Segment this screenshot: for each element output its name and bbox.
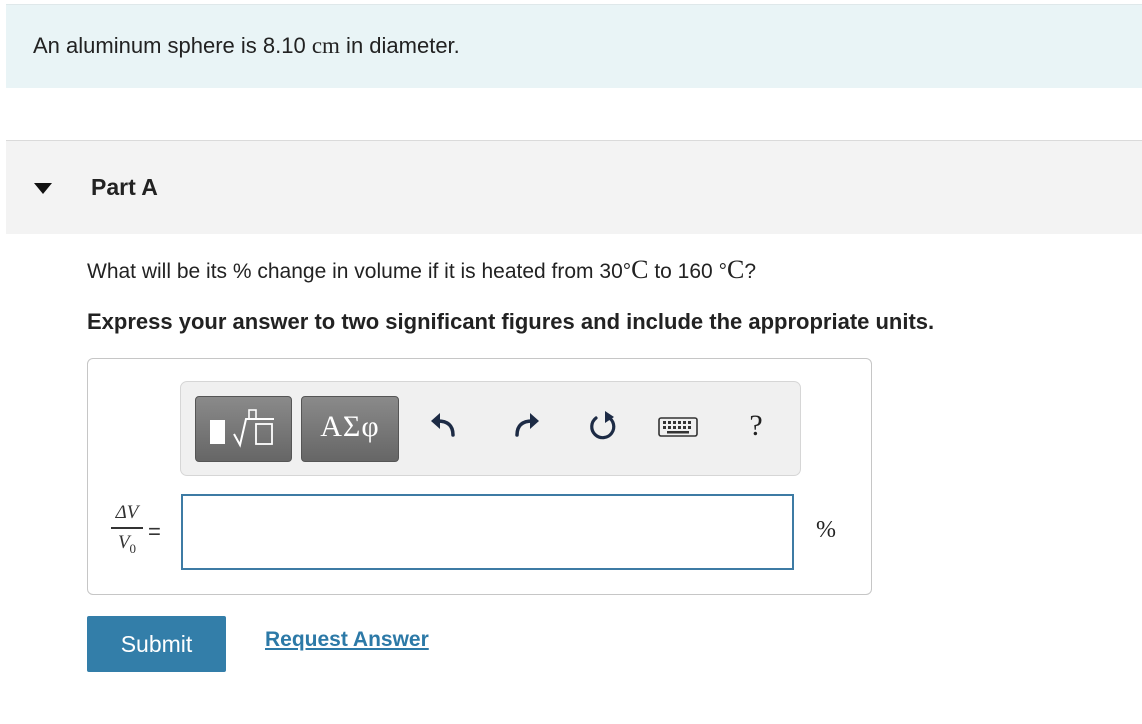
- fraction-bar: [111, 527, 143, 529]
- request-answer-link[interactable]: Request Answer: [265, 628, 429, 652]
- undo-icon[interactable]: [427, 409, 463, 445]
- answer-input[interactable]: [181, 494, 794, 570]
- part-title: Part A: [91, 174, 158, 200]
- templates-button[interactable]: [195, 396, 292, 462]
- submit-button[interactable]: Submit: [87, 616, 226, 672]
- templates-icon: [210, 409, 274, 448]
- greek-symbols-label: ΑΣφ: [320, 410, 380, 443]
- collapse-triangle-icon[interactable]: [34, 183, 52, 194]
- symbols-button[interactable]: ΑΣφ: [301, 396, 399, 462]
- intro-unit: cm: [311, 33, 340, 58]
- keyboard-icon[interactable]: [657, 409, 699, 445]
- part-header[interactable]: Part A: [6, 140, 1142, 234]
- math-toolbar: ΑΣφ ?: [180, 381, 801, 476]
- redo-icon[interactable]: [507, 409, 543, 445]
- problem-intro: An aluminum sphere is 8.10 cm in diamete…: [6, 4, 1142, 88]
- answer-instructions: Express your answer to two significant f…: [87, 309, 935, 334]
- question-text: What will be its % change in volume if i…: [87, 255, 756, 284]
- reset-icon[interactable]: [585, 409, 621, 445]
- delta-v-over-v0-label: ΔV V0: [107, 502, 147, 555]
- help-icon[interactable]: ?: [741, 408, 771, 444]
- percent-unit-label: %: [816, 517, 836, 543]
- equals-sign: =: [148, 519, 161, 544]
- intro-text: An aluminum sphere is 8.10 cm in diamete…: [33, 33, 460, 58]
- answer-panel: ΑΣφ ? ΔV V0 = %: [87, 358, 872, 595]
